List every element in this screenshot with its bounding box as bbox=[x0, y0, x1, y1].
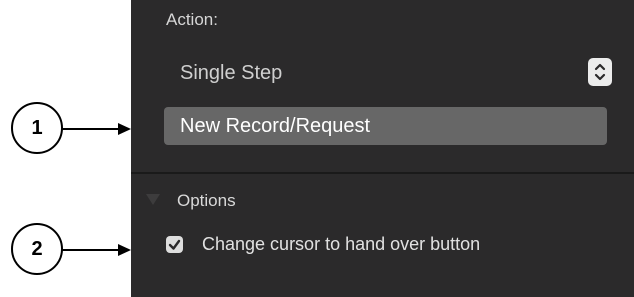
step-option-field[interactable]: New Record/Request bbox=[164, 107, 607, 145]
figure: 1 2 Action: Single Step New Record/Reque… bbox=[0, 0, 634, 297]
section-divider bbox=[131, 172, 634, 174]
disclosure-triangle-icon[interactable] bbox=[146, 194, 160, 205]
callout-2: 2 bbox=[11, 223, 63, 275]
callout-number: 1 bbox=[31, 117, 43, 139]
hand-cursor-checkbox-label[interactable]: Change cursor to hand over button bbox=[202, 234, 480, 255]
options-heading[interactable]: Options bbox=[177, 191, 236, 211]
action-step-value: Single Step bbox=[180, 62, 283, 84]
callout-number: 2 bbox=[31, 238, 43, 260]
arrow-right-icon bbox=[62, 123, 131, 135]
checkmark-icon bbox=[168, 239, 181, 250]
hand-cursor-checkbox[interactable] bbox=[166, 236, 183, 253]
action-label: Action: bbox=[166, 10, 218, 29]
callout-1: 1 bbox=[11, 102, 63, 154]
button-setup-panel: Action: Single Step New Record/Request O… bbox=[131, 0, 634, 297]
popup-stepper-icon[interactable] bbox=[588, 58, 612, 86]
step-option-text: New Record/Request bbox=[180, 115, 371, 137]
arrow-right-icon bbox=[62, 244, 131, 256]
action-step-popup[interactable]: Single Step bbox=[166, 56, 612, 90]
